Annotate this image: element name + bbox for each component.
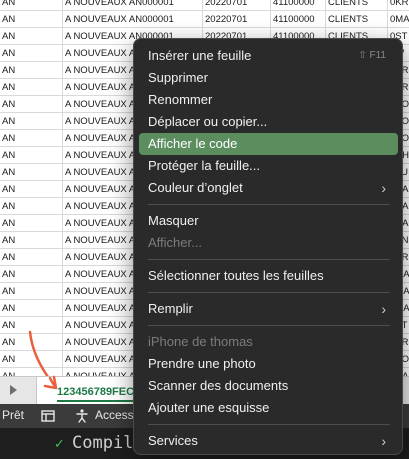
menu-item-take-photo-label: Prendre une photo: [148, 356, 256, 371]
chevron-right-icon: ›: [381, 433, 386, 449]
menu-separator: [148, 204, 390, 205]
sheet-view-icon[interactable]: [40, 408, 56, 424]
menu-item-protect-sheet-label: Protéger la feuille...: [148, 158, 261, 173]
menu-item-delete[interactable]: Supprimer: [139, 67, 398, 89]
menu-item-move-copy-label: Déplacer ou copier...: [148, 114, 268, 129]
menu-item-insert-sheet-shortcut: ⇧ F11: [358, 50, 386, 61]
sheet-tab-context-menu: Insérer une feuille ⇧ F11 Supprimer Reno…: [133, 38, 403, 455]
check-icon: ✓: [54, 436, 65, 451]
menu-item-scan-documents[interactable]: Scanner des documents: [139, 375, 398, 397]
menu-item-unhide-label: Afficher...: [148, 235, 202, 250]
menu-item-select-all-sheets[interactable]: Sélectionner toutes les feuilles: [139, 265, 398, 287]
status-ready-text: Prêt: [2, 408, 25, 422]
sheet-tab-active[interactable]: 123456789FEC: [36, 377, 146, 404]
menu-item-select-all-sheets-label: Sélectionner toutes les feuilles: [148, 268, 324, 283]
chevron-right-icon: ›: [381, 180, 386, 196]
menu-item-move-copy[interactable]: Déplacer ou copier...: [139, 111, 398, 133]
menu-item-rename-label: Renommer: [148, 92, 213, 107]
scroll-tabs-right-icon[interactable]: [10, 385, 17, 395]
menu-item-add-sketch[interactable]: Ajouter une esquisse: [139, 397, 398, 419]
menu-item-insert-sheet[interactable]: Insérer une feuille ⇧ F11: [139, 45, 398, 67]
menu-item-scan-documents-label: Scanner des documents: [148, 378, 289, 393]
menu-section-iphone-header: iPhone de thomas: [139, 331, 398, 353]
accessibility-icon[interactable]: [74, 408, 90, 424]
menu-separator: [148, 325, 390, 326]
menu-item-tab-color-label: Couleur d’onglet: [148, 180, 243, 195]
menu-item-unhide: Afficher...: [139, 232, 398, 254]
menu-item-view-code-label: Afficher le code: [148, 136, 238, 151]
menu-item-hide[interactable]: Masquer: [139, 210, 398, 232]
menu-section-iphone-header-label: iPhone de thomas: [148, 334, 253, 349]
menu-item-services-label: Services: [148, 433, 198, 448]
menu-separator: [148, 259, 390, 260]
menu-item-take-photo[interactable]: Prendre une photo: [139, 353, 398, 375]
menu-separator: [148, 424, 390, 425]
menu-item-protect-sheet[interactable]: Protéger la feuille...: [139, 155, 398, 177]
menu-item-fill[interactable]: Remplir ›: [139, 298, 398, 320]
sheet-tab-label: 123456789FEC: [57, 386, 135, 398]
menu-item-insert-sheet-label: Insérer une feuille: [148, 48, 252, 63]
chevron-right-icon: ›: [381, 301, 386, 317]
menu-item-delete-label: Supprimer: [148, 70, 208, 85]
menu-item-services[interactable]: Services ›: [139, 430, 398, 452]
menu-item-rename[interactable]: Renommer: [139, 89, 398, 111]
menu-item-add-sketch-label: Ajouter une esquisse: [148, 400, 270, 415]
menu-item-tab-color[interactable]: Couleur d’onglet ›: [139, 177, 398, 199]
menu-item-hide-label: Masquer: [148, 213, 199, 228]
menu-item-view-code[interactable]: Afficher le code: [139, 133, 398, 155]
menu-item-fill-label: Remplir: [148, 301, 193, 316]
menu-separator: [148, 292, 390, 293]
terminal-text: Compil: [72, 433, 134, 453]
